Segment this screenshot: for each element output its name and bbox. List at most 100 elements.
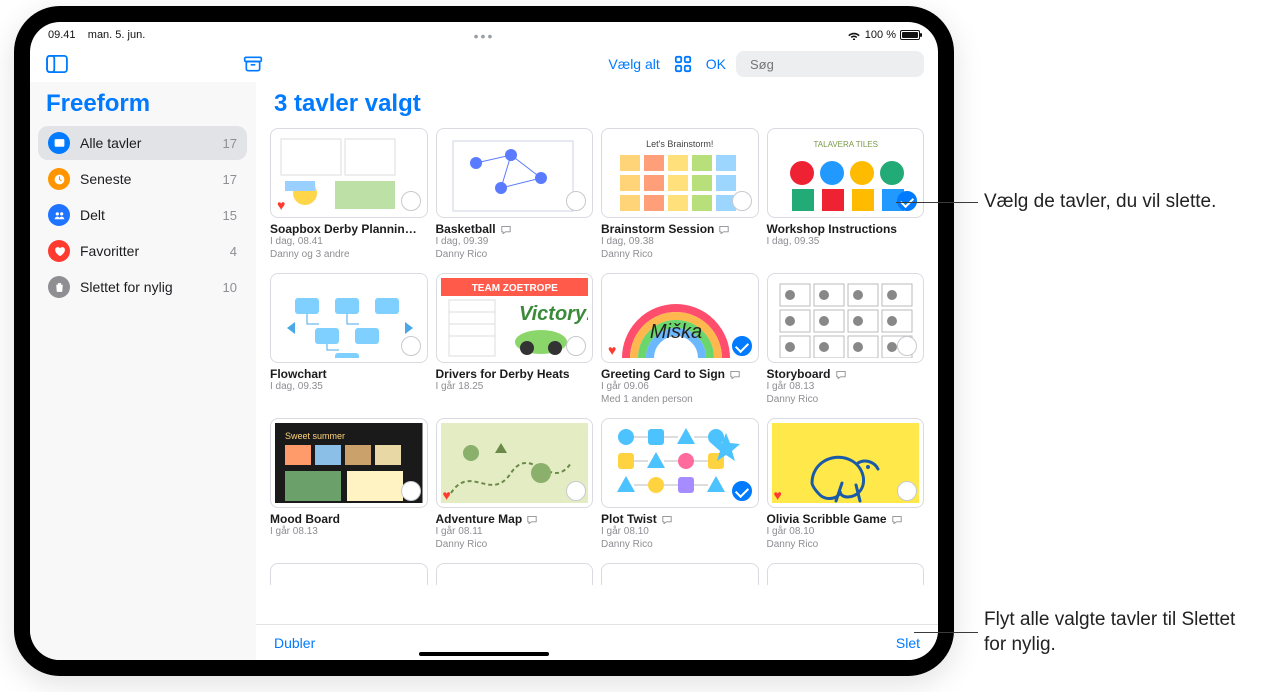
board-thumbnail[interactable]: [270, 563, 428, 585]
board-card: Sweet summer Mood Board I går 08.13: [270, 418, 428, 551]
board-thumbnail[interactable]: [270, 273, 428, 363]
sidebar-toggle-button[interactable]: [44, 52, 70, 76]
view-grid-button[interactable]: [670, 52, 696, 76]
board-owner: Danny Rico: [767, 539, 925, 552]
board-thumbnail[interactable]: [436, 563, 594, 585]
board-thumbnail[interactable]: ♥: [767, 418, 925, 508]
board-owner: Danny Rico: [601, 539, 759, 552]
board-modified: I dag, 09.39: [436, 236, 594, 249]
board-modified: I går 18.25: [436, 381, 594, 394]
favorite-icon: ♥: [608, 342, 616, 358]
callout-select-to-delete: Vælg de tavler, du vil slette.: [896, 190, 1244, 215]
svg-text:Victory!: Victory!: [519, 303, 589, 325]
shared-icon: [526, 512, 538, 526]
board-thumbnail[interactable]: ♥: [436, 418, 594, 508]
board-title: Plot Twist: [601, 512, 759, 526]
sidebar-item-label: Delt: [80, 207, 105, 223]
board-card-partial: [601, 563, 759, 585]
board-thumbnail[interactable]: ♥: [270, 128, 428, 218]
board-icon: [48, 132, 70, 154]
board-modified: I går 08.11: [436, 526, 594, 539]
board-title: Drivers for Derby Heats: [436, 367, 594, 381]
sidebar-item-label: Alle tavler: [80, 135, 141, 151]
select-all-button[interactable]: Vælg alt: [608, 56, 659, 72]
board-card: TEAM ZOETROPEVictory! Drivers for Derby …: [436, 273, 594, 406]
archive-button[interactable]: [240, 52, 266, 76]
shared-icon: [661, 512, 673, 526]
board-card: Miška ♥ Greeting Card to Sign I går 09.0…: [601, 273, 759, 406]
people-icon: [48, 204, 70, 226]
board-modified: I går 08.13: [270, 526, 428, 539]
shared-icon: [729, 367, 741, 381]
sidebar-item-slettet-for-nylig[interactable]: Slettet for nylig 10: [38, 270, 247, 304]
board-thumbnail[interactable]: [436, 128, 594, 218]
search-field[interactable]: [736, 51, 924, 77]
selection-checkbox[interactable]: [897, 336, 917, 356]
board-owner: Danny og 3 andre: [270, 249, 428, 262]
done-button[interactable]: OK: [706, 56, 726, 72]
board-thumbnail[interactable]: Let's Brainstorm!: [601, 128, 759, 218]
board-card: Let's Brainstorm! Brainstorm Session I d…: [601, 128, 759, 261]
favorite-icon: ♥: [443, 487, 451, 503]
sidebar-item-favoritter[interactable]: Favoritter 4: [38, 234, 247, 268]
board-card-partial: [270, 563, 428, 585]
selection-checkbox[interactable]: [732, 481, 752, 501]
board-owner: Med 1 anden person: [601, 394, 759, 407]
board-grid: ♥ Soapbox Derby Plannin… I dag, 08.41 Da…: [256, 128, 938, 624]
selection-checkbox[interactable]: [732, 336, 752, 356]
board-modified: I dag, 08.41: [270, 236, 428, 249]
board-thumbnail[interactable]: Sweet summer: [270, 418, 428, 508]
sidebar-item-count: 17: [223, 172, 237, 187]
heart-icon: [48, 240, 70, 262]
board-owner: Danny Rico: [436, 249, 594, 262]
search-input[interactable]: [750, 57, 926, 72]
board-card: Plot Twist I går 08.10 Danny Rico: [601, 418, 759, 551]
board-thumbnail[interactable]: Miška ♥: [601, 273, 759, 363]
board-thumbnail[interactable]: [767, 563, 925, 585]
duplicate-button[interactable]: Dubler: [274, 635, 315, 651]
selection-checkbox[interactable]: [566, 191, 586, 211]
selection-checkbox[interactable]: [566, 481, 586, 501]
board-title: Adventure Map: [436, 512, 594, 526]
selection-checkbox[interactable]: [401, 336, 421, 356]
board-title: Workshop Instructions: [767, 222, 925, 236]
sidebar-item-alle-tavler[interactable]: Alle tavler 17: [38, 126, 247, 160]
battery-percent: 100 %: [865, 29, 896, 41]
multitask-dots-icon[interactable]: •••: [474, 28, 495, 44]
page-title: 3 tavler valgt: [256, 82, 938, 128]
selection-checkbox[interactable]: [732, 191, 752, 211]
board-card: Flowchart I dag, 09.35: [270, 273, 428, 406]
board-thumbnail[interactable]: [601, 418, 759, 508]
board-owner: Danny Rico: [436, 539, 594, 552]
sidebar-item-seneste[interactable]: Seneste 17: [38, 162, 247, 196]
sidebar-item-count: 17: [223, 136, 237, 151]
shared-icon: [500, 222, 512, 236]
sidebar-item-count: 4: [230, 244, 237, 259]
svg-text:Sweet summer: Sweet summer: [285, 431, 345, 441]
favorite-icon: ♥: [774, 487, 782, 503]
status-date: man. 5. jun.: [88, 29, 145, 41]
sidebar-item-delt[interactable]: Delt 15: [38, 198, 247, 232]
bottom-toolbar: Dubler Slet: [256, 624, 938, 660]
selection-checkbox[interactable]: [401, 481, 421, 501]
svg-text:TALAVERA TILES: TALAVERA TILES: [813, 140, 877, 149]
board-thumbnail[interactable]: [601, 563, 759, 585]
selection-checkbox[interactable]: [401, 191, 421, 211]
board-card: ♥ Adventure Map I går 08.11 Danny Rico: [436, 418, 594, 551]
shared-icon: [835, 367, 847, 381]
status-left: 09.41 man. 5. jun.: [48, 29, 145, 41]
board-owner: Danny Rico: [767, 394, 925, 407]
board-title: Storyboard: [767, 367, 925, 381]
battery-icon: [900, 30, 920, 40]
board-owner: Danny Rico: [601, 249, 759, 262]
home-indicator[interactable]: [419, 652, 549, 656]
board-title: Brainstorm Session: [601, 222, 759, 236]
selection-checkbox[interactable]: [566, 336, 586, 356]
selection-checkbox[interactable]: [897, 481, 917, 501]
sidebar-item-label: Slettet for nylig: [80, 279, 173, 295]
board-thumbnail[interactable]: TEAM ZOETROPEVictory!: [436, 273, 594, 363]
sidebar-item-label: Favoritter: [80, 243, 139, 259]
status-time: 09.41: [48, 29, 76, 41]
ipad-device-frame: ••• 09.41 man. 5. jun. 100 %: [14, 6, 954, 676]
board-thumbnail[interactable]: [767, 273, 925, 363]
